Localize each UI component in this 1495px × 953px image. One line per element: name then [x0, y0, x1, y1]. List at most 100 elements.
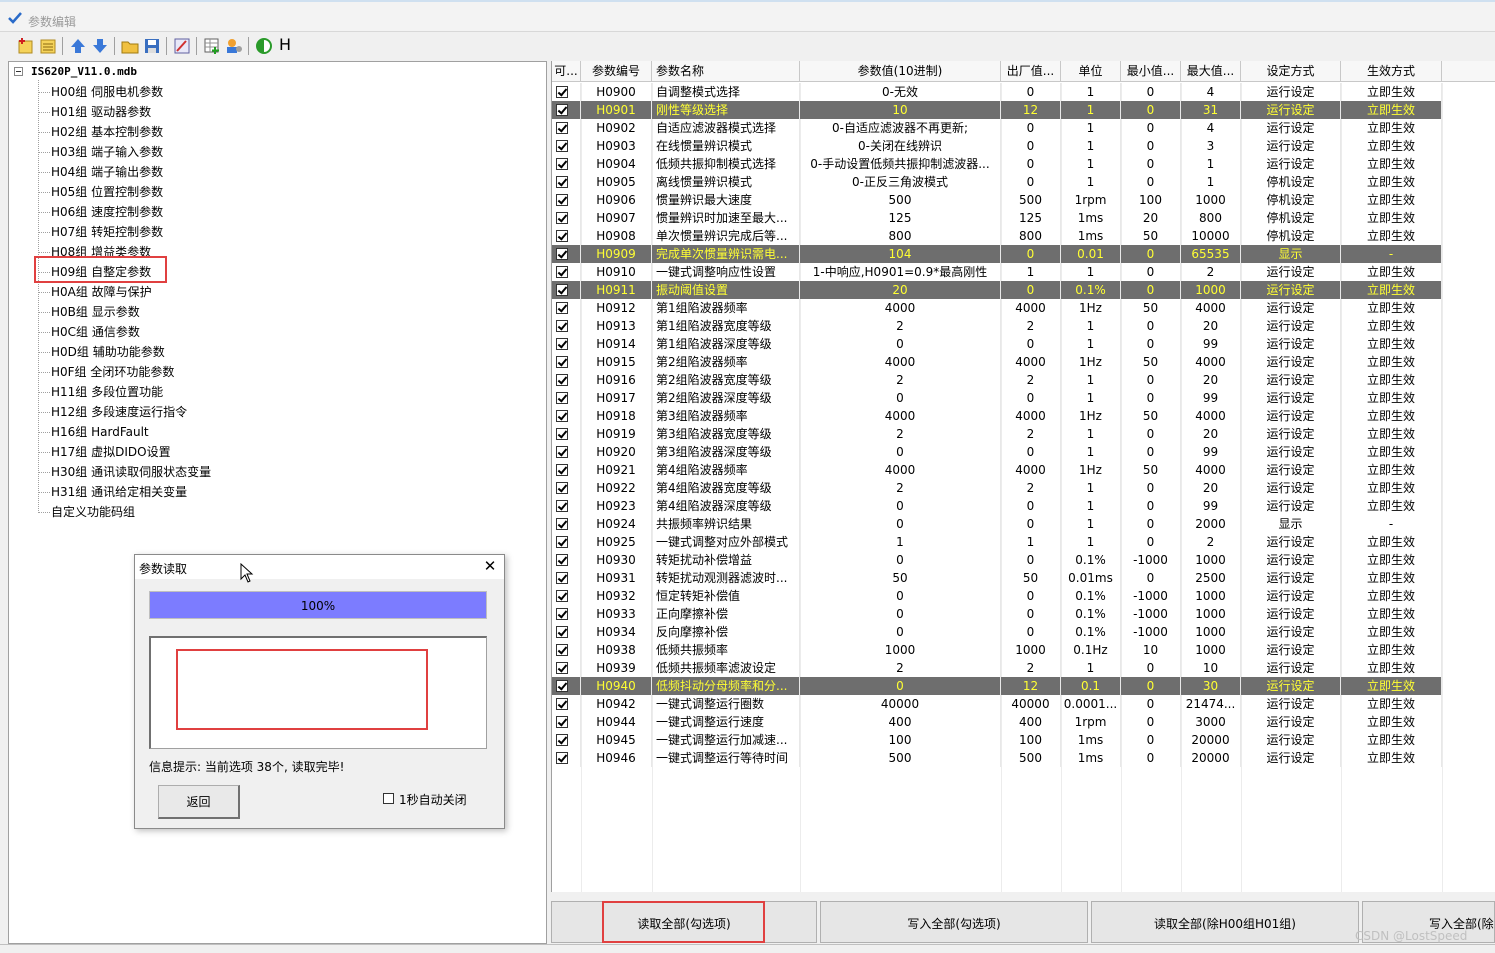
cell-param-value[interactable]: 104 — [800, 245, 1001, 263]
column-header-set-mode[interactable]: 设定方式 — [1241, 61, 1341, 82]
table-row[interactable]: H0916 第2组陷波器宽度等级 2 2 1 0 20 运行设定 立即生效 — [552, 371, 1442, 389]
row-checkbox-cell[interactable] — [552, 389, 581, 407]
row-checkbox-cell[interactable] — [552, 569, 581, 587]
column-header-id[interactable]: 参数编号 — [581, 61, 652, 82]
row-checkbox-cell[interactable] — [552, 335, 581, 353]
table-row[interactable]: H0905 离线惯量辨识模式 0-正反三角波模式 0 1 0 1 停机设定 立即生效 — [552, 173, 1442, 191]
table-row[interactable]: H0924 共振频率辨识结果 0 0 1 0 2000 显示 - — [552, 515, 1442, 533]
h-button[interactable]: H — [279, 35, 291, 54]
row-checkbox[interactable] — [556, 464, 568, 476]
row-checkbox[interactable] — [556, 446, 568, 458]
cell-param-value[interactable]: 20 — [800, 281, 1001, 299]
table-row[interactable]: H0904 低频共振抑制模式选择 0-手动设置低频共振抑制滤波器... 0 1 0 1 运行设… — [552, 155, 1442, 173]
cell-param-value[interactable]: 0-正反三角波模式 — [800, 173, 1001, 191]
row-checkbox[interactable] — [556, 680, 568, 692]
row-checkbox[interactable] — [556, 356, 568, 368]
column-header-effect-mode[interactable]: 生效方式 — [1341, 61, 1442, 82]
cell-param-value[interactable]: 0 — [800, 335, 1001, 353]
row-checkbox-cell[interactable] — [552, 83, 581, 101]
cell-param-value[interactable]: 2 — [800, 659, 1001, 677]
row-checkbox-cell[interactable] — [552, 299, 581, 317]
row-checkbox-cell[interactable] — [552, 533, 581, 551]
write-all-checked-button[interactable]: 写入全部(勾选项) — [820, 901, 1088, 943]
table-row[interactable]: H0908 单次惯量辨识完成后等... 800 800 1ms 50 10000 停机设定 立即… — [552, 227, 1442, 245]
table-row[interactable]: H0911 振动阈值设置 20 0 0.1% 0 1000 运行设定 立即生效 — [552, 281, 1442, 299]
row-checkbox-cell[interactable] — [552, 227, 581, 245]
row-checkbox[interactable] — [556, 716, 568, 728]
table-row[interactable]: H0919 第3组陷波器宽度等级 2 2 1 0 20 运行设定 立即生效 — [552, 425, 1442, 443]
row-checkbox[interactable] — [556, 374, 568, 386]
cell-param-value[interactable]: 2 — [800, 371, 1001, 389]
table-row[interactable]: H0912 第1组陷波器频率 4000 4000 1Hz 50 4000 运行设定 立即生效 — [552, 299, 1442, 317]
row-checkbox-cell[interactable] — [552, 155, 581, 173]
table-row[interactable]: H0939 低频共振频率滤波设定 2 2 1 0 10 运行设定 立即生效 — [552, 659, 1442, 677]
table-row[interactable]: H0903 在线惯量辨识模式 0-关闭在线辨识 0 1 0 3 运行设定 立即生效 — [552, 137, 1442, 155]
parameter-table[interactable]: 可... 参数编号 参数名称 参数值(10进制) 出厂值... 单位 最小值..… — [551, 61, 1495, 892]
add-table-icon[interactable] — [202, 36, 222, 56]
cell-param-value[interactable]: 0 — [800, 677, 1001, 695]
read-all-except-button[interactable]: 读取全部(除H00组H01组) — [1091, 901, 1359, 943]
row-checkbox-cell[interactable] — [552, 443, 581, 461]
row-checkbox-cell[interactable] — [552, 515, 581, 533]
row-checkbox[interactable] — [556, 176, 568, 188]
row-checkbox[interactable] — [556, 428, 568, 440]
back-button[interactable]: 返回 — [158, 785, 240, 819]
cell-param-value[interactable]: 4000 — [800, 353, 1001, 371]
row-checkbox[interactable] — [556, 320, 568, 332]
cell-param-value[interactable]: 4000 — [800, 407, 1001, 425]
row-checkbox-cell[interactable] — [552, 173, 581, 191]
cell-param-value[interactable]: 0 — [800, 551, 1001, 569]
close-icon[interactable]: ✕ — [482, 558, 498, 574]
cell-param-value[interactable]: 0-关闭在线辨识 — [800, 137, 1001, 155]
cell-param-value[interactable]: 1-中响应,H0901=0.9*最高刚性 — [800, 263, 1001, 281]
cell-param-value[interactable]: 1000 — [800, 641, 1001, 659]
arrow-up-icon[interactable] — [68, 36, 88, 56]
row-checkbox[interactable] — [556, 248, 568, 260]
table-row[interactable]: H0944 一键式调整运行速度 400 400 1rpm 0 3000 运行设定 立即生效 — [552, 713, 1442, 731]
row-checkbox[interactable] — [556, 572, 568, 584]
column-header-check[interactable]: 可... — [552, 61, 581, 82]
row-checkbox-cell[interactable] — [552, 497, 581, 515]
row-checkbox[interactable] — [556, 158, 568, 170]
cell-param-value[interactable]: 0 — [800, 443, 1001, 461]
cell-param-value[interactable]: 2 — [800, 317, 1001, 335]
row-checkbox[interactable] — [556, 140, 568, 152]
collapse-icon[interactable] — [14, 67, 23, 76]
table-row[interactable]: H0930 转矩扰动补偿增益 0 0 0.1% -1000 1000 运行设定 立即生效 — [552, 551, 1442, 569]
compare-toggle-icon[interactable] — [254, 36, 274, 56]
row-checkbox[interactable] — [556, 230, 568, 242]
cell-param-value[interactable]: 40000 — [800, 695, 1001, 713]
row-checkbox[interactable] — [556, 518, 568, 530]
row-checkbox-cell[interactable] — [552, 245, 581, 263]
row-checkbox[interactable] — [556, 752, 568, 764]
cell-param-value[interactable]: 100 — [800, 731, 1001, 749]
row-checkbox[interactable] — [556, 410, 568, 422]
table-row[interactable]: H0901 刚性等级选择 10 12 1 0 31 运行设定 立即生效 — [552, 101, 1442, 119]
row-checkbox-cell[interactable] — [552, 641, 581, 659]
row-checkbox-cell[interactable] — [552, 101, 581, 119]
row-checkbox-cell[interactable] — [552, 461, 581, 479]
auto-close-checkbox[interactable] — [383, 793, 394, 804]
user-settings-icon[interactable] — [224, 36, 244, 56]
row-checkbox[interactable] — [556, 122, 568, 134]
row-checkbox-cell[interactable] — [552, 695, 581, 713]
table-row[interactable]: H0913 第1组陷波器宽度等级 2 2 1 0 20 运行设定 立即生效 — [552, 317, 1442, 335]
row-checkbox-cell[interactable] — [552, 425, 581, 443]
row-checkbox[interactable] — [556, 338, 568, 350]
row-checkbox[interactable] — [556, 608, 568, 620]
row-checkbox[interactable] — [556, 662, 568, 674]
row-checkbox-cell[interactable] — [552, 263, 581, 281]
table-row[interactable]: H0940 低频抖动分母频率和分... 0 12 0.1 0 30 运行设定 立即生效 — [552, 677, 1442, 695]
row-checkbox-cell[interactable] — [552, 749, 581, 767]
row-checkbox[interactable] — [556, 500, 568, 512]
row-checkbox-cell[interactable] — [552, 551, 581, 569]
table-row[interactable]: H0946 一键式调整运行等待时间 500 500 1ms 0 20000 运行设定 立即生效 — [552, 749, 1442, 767]
cell-param-value[interactable]: 125 — [800, 209, 1001, 227]
row-checkbox[interactable] — [556, 266, 568, 278]
row-checkbox[interactable] — [556, 284, 568, 296]
cell-param-value[interactable]: 2 — [800, 479, 1001, 497]
cell-param-value[interactable]: 0 — [800, 515, 1001, 533]
arrow-down-icon[interactable] — [90, 36, 110, 56]
row-checkbox-cell[interactable] — [552, 191, 581, 209]
edit-document-icon[interactable] — [172, 36, 192, 56]
